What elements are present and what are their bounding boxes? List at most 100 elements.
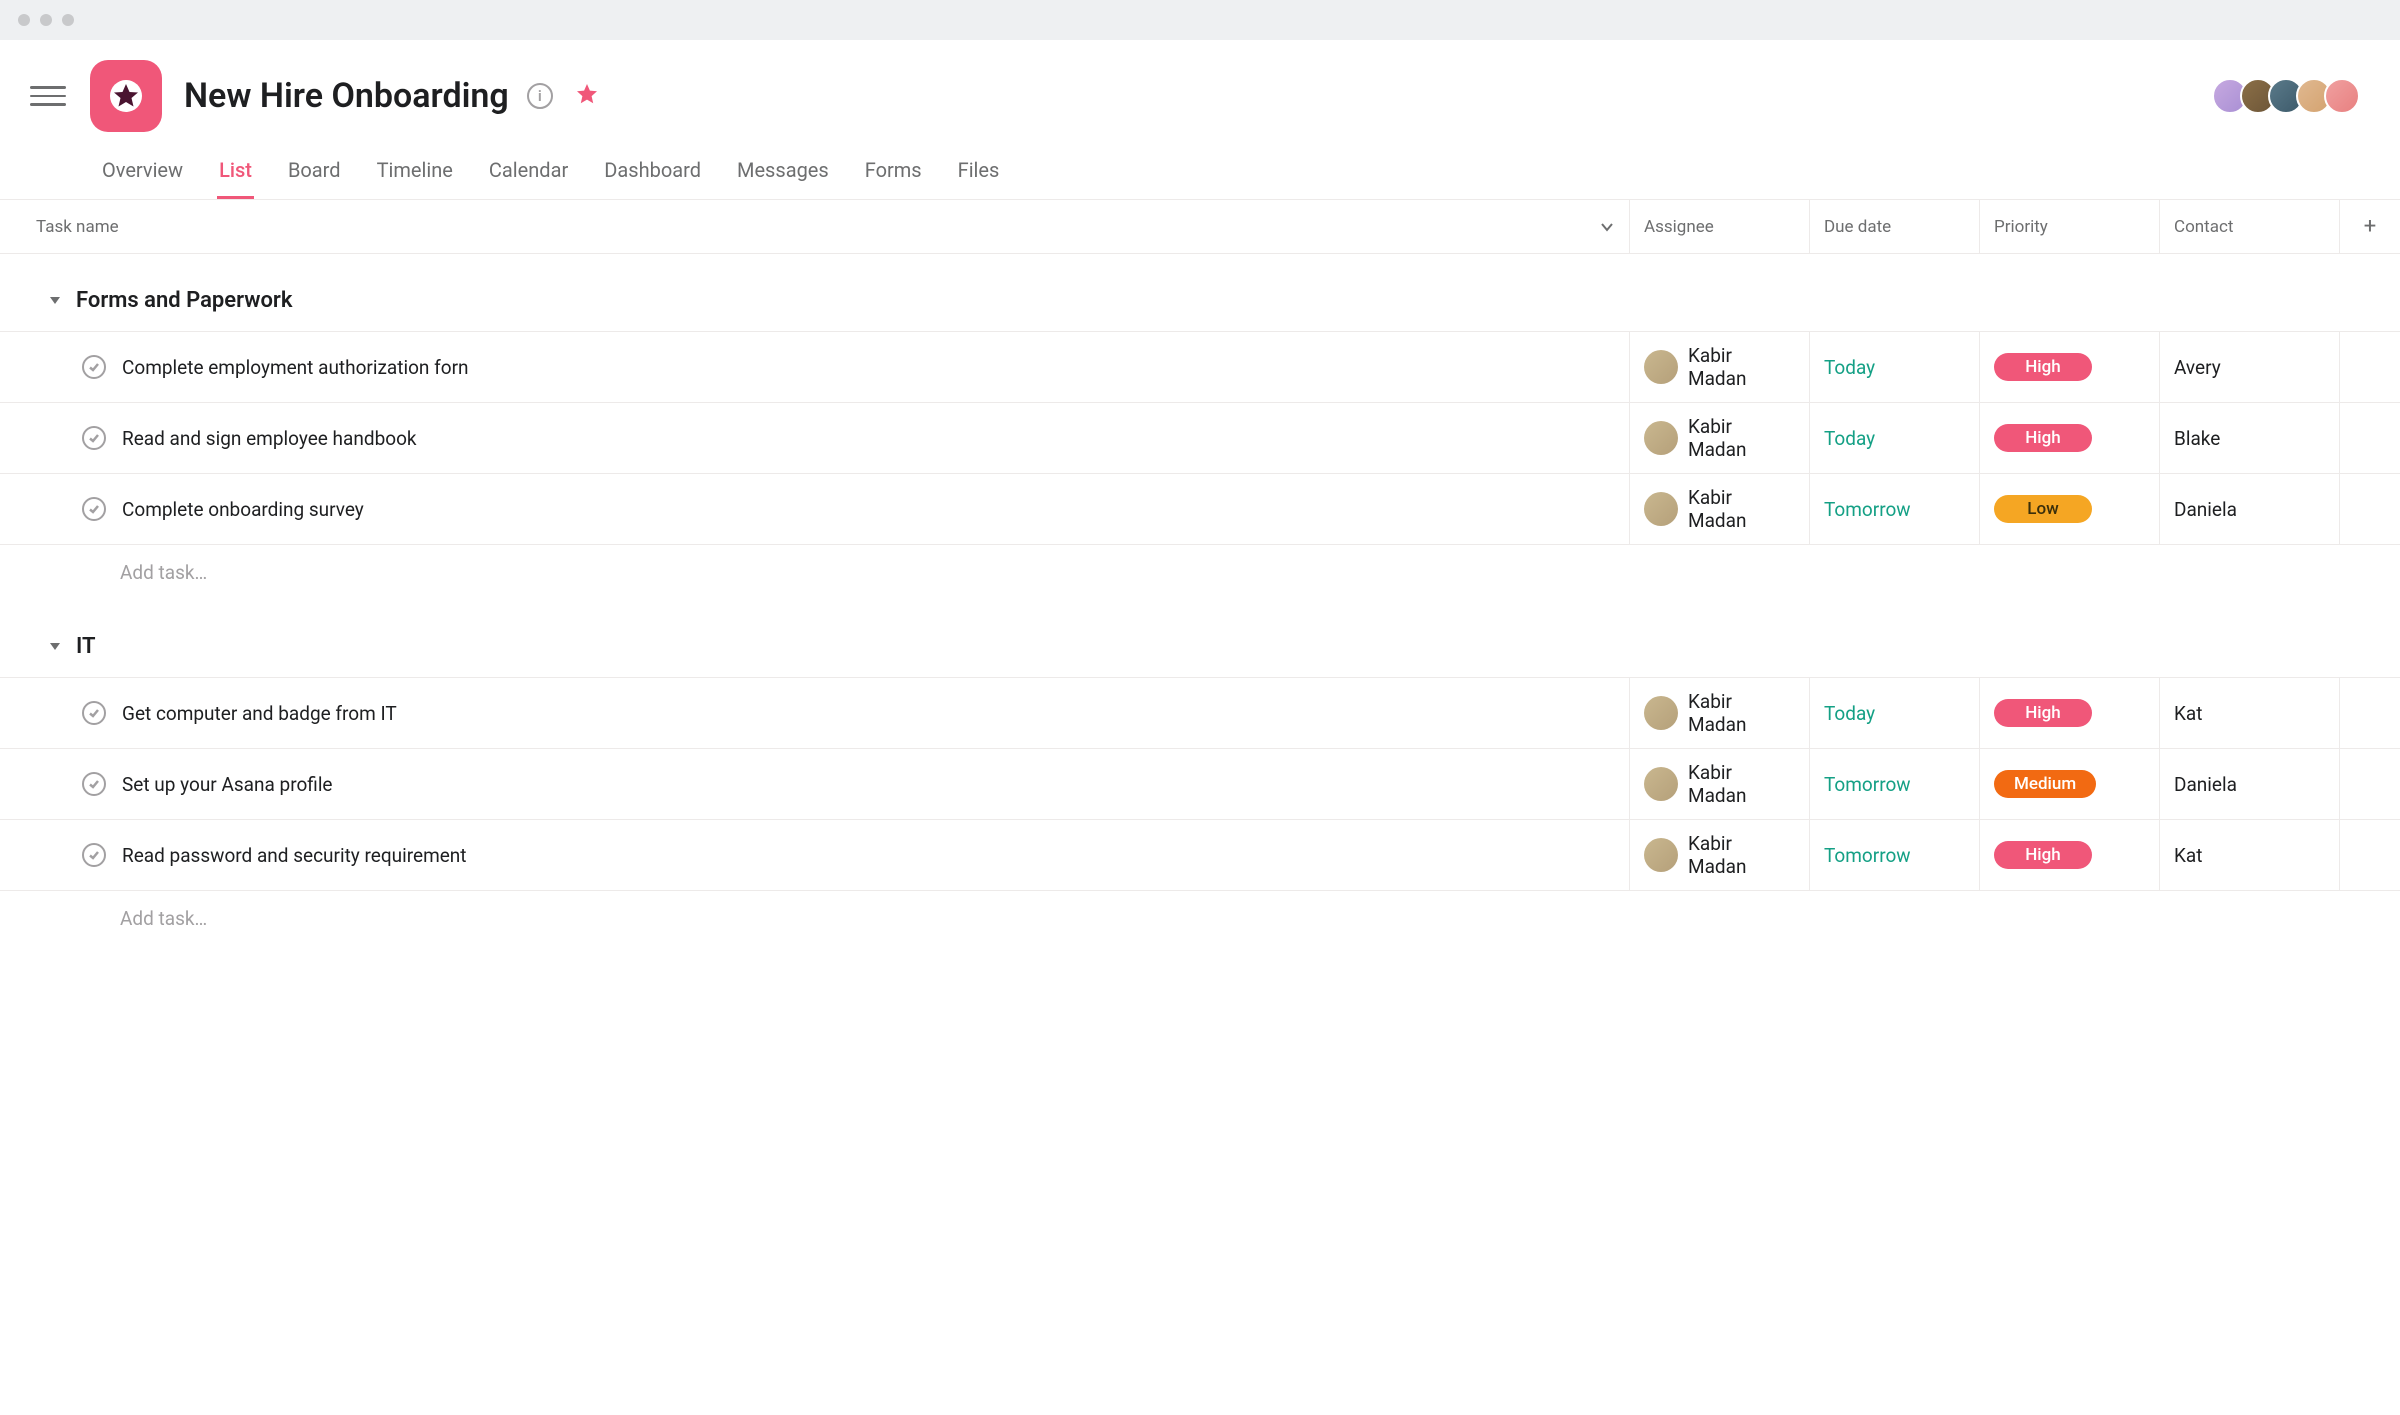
tab-messages[interactable]: Messages xyxy=(735,148,831,199)
section-title: Forms and Paperwork xyxy=(76,288,292,313)
tab-timeline[interactable]: Timeline xyxy=(375,148,455,199)
avatar xyxy=(1644,350,1678,384)
empty-cell xyxy=(2340,332,2400,402)
complete-checkbox[interactable] xyxy=(82,355,106,379)
priority-cell[interactable]: Medium xyxy=(1980,749,2160,819)
priority-pill: High xyxy=(1994,424,2092,452)
section-title: IT xyxy=(76,634,96,659)
priority-cell[interactable]: Low xyxy=(1980,474,2160,544)
task-name-cell[interactable]: Complete employment authorization forn xyxy=(0,332,1630,402)
star-icon[interactable] xyxy=(575,82,599,110)
contact-cell[interactable]: Blake xyxy=(2160,403,2340,473)
avatar xyxy=(1644,421,1678,455)
task-row[interactable]: Set up your Asana profile Kabir Madan To… xyxy=(0,748,2400,819)
task-row[interactable]: Get computer and badge from IT Kabir Mad… xyxy=(0,677,2400,748)
priority-pill: High xyxy=(1994,841,2092,869)
due-date-cell[interactable]: Tomorrow xyxy=(1810,749,1980,819)
hamburger-menu-icon[interactable] xyxy=(30,78,66,114)
tab-board[interactable]: Board xyxy=(286,148,343,199)
priority-pill: High xyxy=(1994,353,2092,381)
add-task-button[interactable]: Add task… xyxy=(0,891,1630,946)
column-label: Priority xyxy=(1994,217,2048,237)
due-date-cell[interactable]: Tomorrow xyxy=(1810,820,1980,890)
task-name-cell[interactable]: Read password and security requirement xyxy=(0,820,1630,890)
avatar xyxy=(1644,767,1678,801)
priority-cell[interactable]: High xyxy=(1980,678,2160,748)
caret-down-icon[interactable] xyxy=(48,634,62,659)
info-icon[interactable]: i xyxy=(527,83,553,109)
add-task-button[interactable]: Add task… xyxy=(0,545,1630,600)
add-column-button[interactable]: + xyxy=(2340,200,2400,253)
task-name-cell[interactable]: Read and sign employee handbook xyxy=(0,403,1630,473)
priority-cell[interactable]: High xyxy=(1980,403,2160,473)
project-title[interactable]: New Hire Onboarding xyxy=(184,76,509,116)
assignee-cell[interactable]: Kabir Madan xyxy=(1630,332,1810,402)
assignee-name: Kabir Madan xyxy=(1688,690,1795,736)
column-due-date[interactable]: Due date xyxy=(1810,200,1980,253)
chevron-down-icon[interactable] xyxy=(1599,219,1615,235)
assignee-cell[interactable]: Kabir Madan xyxy=(1630,678,1810,748)
complete-checkbox[interactable] xyxy=(82,426,106,450)
due-date: Tomorrow xyxy=(1824,844,1911,867)
tab-forms[interactable]: Forms xyxy=(863,148,924,199)
task-name: Read password and security requirement xyxy=(122,844,467,867)
complete-checkbox[interactable] xyxy=(82,497,106,521)
due-date-cell[interactable]: Today xyxy=(1810,332,1980,402)
priority-cell[interactable]: High xyxy=(1980,820,2160,890)
contact-cell[interactable]: Daniela xyxy=(2160,474,2340,544)
contact-name: Daniela xyxy=(2174,498,2237,521)
assignee-cell[interactable]: Kabir Madan xyxy=(1630,820,1810,890)
contact-cell[interactable]: Kat xyxy=(2160,820,2340,890)
column-task-name[interactable]: Task name xyxy=(0,200,1630,253)
contact-cell[interactable]: Daniela xyxy=(2160,749,2340,819)
column-label: Contact xyxy=(2174,217,2233,237)
task-row[interactable]: Complete onboarding survey Kabir Madan T… xyxy=(0,473,2400,545)
contact-cell[interactable]: Kat xyxy=(2160,678,2340,748)
avatar xyxy=(1644,492,1678,526)
tab-list[interactable]: List xyxy=(217,148,254,199)
task-name-cell[interactable]: Set up your Asana profile xyxy=(0,749,1630,819)
due-date-cell[interactable]: Today xyxy=(1810,678,1980,748)
avatar xyxy=(1644,696,1678,730)
section-header[interactable]: Forms and Paperwork xyxy=(0,254,1630,331)
plus-icon: + xyxy=(2364,214,2376,239)
assignee-cell[interactable]: Kabir Madan xyxy=(1630,403,1810,473)
due-date-cell[interactable]: Today xyxy=(1810,403,1980,473)
task-name-cell[interactable]: Complete onboarding survey xyxy=(0,474,1630,544)
task-name: Complete employment authorization forn xyxy=(122,356,469,379)
column-contact[interactable]: Contact xyxy=(2160,200,2340,253)
complete-checkbox[interactable] xyxy=(82,701,106,725)
task-row[interactable]: Read and sign employee handbook Kabir Ma… xyxy=(0,402,2400,473)
tab-calendar[interactable]: Calendar xyxy=(487,148,570,199)
assignee-cell[interactable]: Kabir Madan xyxy=(1630,474,1810,544)
avatar xyxy=(1644,838,1678,872)
priority-pill: Medium xyxy=(1994,770,2096,798)
tab-files[interactable]: Files xyxy=(956,148,1002,199)
avatar xyxy=(2324,78,2360,114)
empty-cell xyxy=(2340,474,2400,544)
caret-down-icon[interactable] xyxy=(48,288,62,313)
task-name: Read and sign employee handbook xyxy=(122,427,417,450)
column-assignee[interactable]: Assignee xyxy=(1630,200,1810,253)
window-dot xyxy=(62,14,74,26)
tab-overview[interactable]: Overview xyxy=(100,148,185,199)
priority-cell[interactable]: High xyxy=(1980,332,2160,402)
assignee-name: Kabir Madan xyxy=(1688,344,1795,390)
complete-checkbox[interactable] xyxy=(82,772,106,796)
due-date: Today xyxy=(1824,427,1875,450)
tab-dashboard[interactable]: Dashboard xyxy=(602,148,703,199)
due-date: Today xyxy=(1824,702,1875,725)
contact-cell[interactable]: Avery xyxy=(2160,332,2340,402)
task-name: Get computer and badge from IT xyxy=(122,702,397,725)
section-header[interactable]: IT xyxy=(0,600,1630,677)
complete-checkbox[interactable] xyxy=(82,843,106,867)
assignee-cell[interactable]: Kabir Madan xyxy=(1630,749,1810,819)
due-date-cell[interactable]: Tomorrow xyxy=(1810,474,1980,544)
due-date: Today xyxy=(1824,356,1875,379)
project-members[interactable] xyxy=(2220,78,2360,114)
task-name: Complete onboarding survey xyxy=(122,498,364,521)
task-row[interactable]: Read password and security requirement K… xyxy=(0,819,2400,891)
task-row[interactable]: Complete employment authorization forn K… xyxy=(0,331,2400,402)
task-name-cell[interactable]: Get computer and badge from IT xyxy=(0,678,1630,748)
column-priority[interactable]: Priority xyxy=(1980,200,2160,253)
